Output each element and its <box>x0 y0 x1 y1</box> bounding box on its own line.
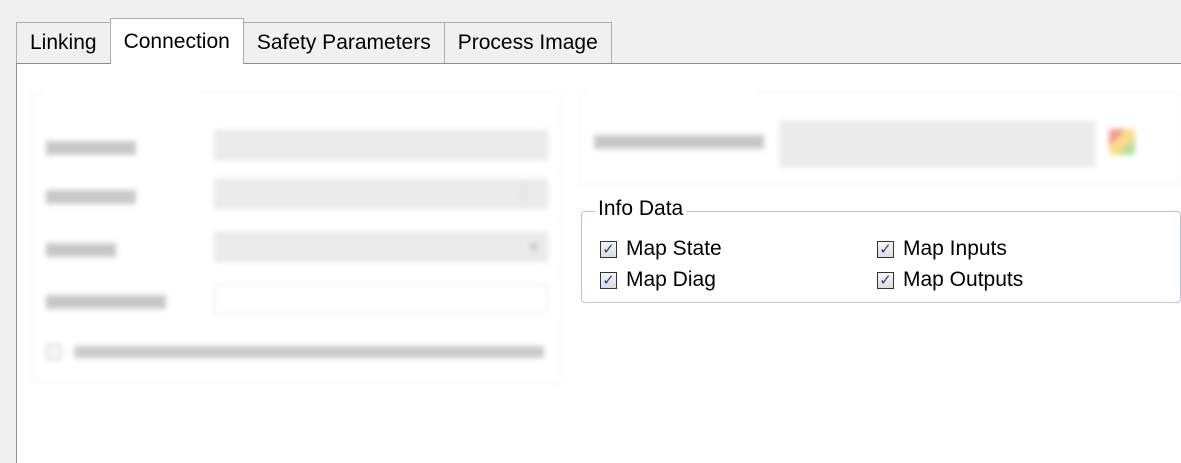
mode-label <box>46 243 116 257</box>
variable-field <box>780 121 1095 167</box>
tab-strip: Linking Connection Safety Parameters Pro… <box>16 18 612 64</box>
watchdog-field <box>214 284 548 314</box>
link-variable-icon <box>1109 129 1135 155</box>
connection-variables-group <box>579 79 1181 184</box>
map-state-checkbox[interactable]: ✓ Map State <box>600 237 722 261</box>
map-diag-checkbox[interactable]: ✓ Map Diag <box>600 268 716 292</box>
map-diag-label: Map Diag <box>626 268 716 291</box>
conn-id-label <box>46 190 136 204</box>
map-outputs-checkbox[interactable]: ✓ Map Outputs <box>877 268 1023 292</box>
info-data-group: Info Data ✓ Map State ✓ Map Inputs ✓ Map… <box>581 197 1181 303</box>
conn-no-field <box>214 130 548 160</box>
checkbox-checked-icon: ✓ <box>600 240 617 258</box>
mode-dropdown: ▼ <box>214 232 548 262</box>
map-state-label: Map State <box>626 237 722 260</box>
checkbox-checked-icon: ✓ <box>877 271 894 289</box>
tab-panel: ▼ Info Data ✓ Map State ✓ Map Inputs ✓ M… <box>16 63 1181 463</box>
tab-connection[interactable]: Connection <box>109 18 244 64</box>
tab-process-image[interactable]: Process Image <box>443 22 612 64</box>
map-inputs-label: Map Inputs <box>903 237 1007 260</box>
chevron-down-icon: ▼ <box>527 239 541 255</box>
checkbox-checked-icon: ✓ <box>877 240 894 258</box>
connection-variables-legend <box>589 79 757 102</box>
connection-settings-legend <box>41 79 199 102</box>
tab-safety-parameters[interactable]: Safety Parameters <box>242 22 445 64</box>
connection-settings-group: ▼ <box>31 79 563 382</box>
watchdog-label <box>46 295 166 309</box>
checkbox-checked-icon: ✓ <box>600 271 617 289</box>
module-fault-checkbox <box>46 343 546 360</box>
variable-label <box>594 135 764 149</box>
map-outputs-label: Map Outputs <box>903 268 1024 291</box>
checkbox-icon <box>46 343 62 360</box>
conn-id-field <box>214 179 548 209</box>
conn-id-spinner <box>523 182 543 206</box>
tab-linking[interactable]: Linking <box>16 22 111 64</box>
info-data-legend: Info Data <box>595 197 687 221</box>
map-inputs-checkbox[interactable]: ✓ Map Inputs <box>877 237 1007 261</box>
conn-no-label <box>46 141 136 155</box>
